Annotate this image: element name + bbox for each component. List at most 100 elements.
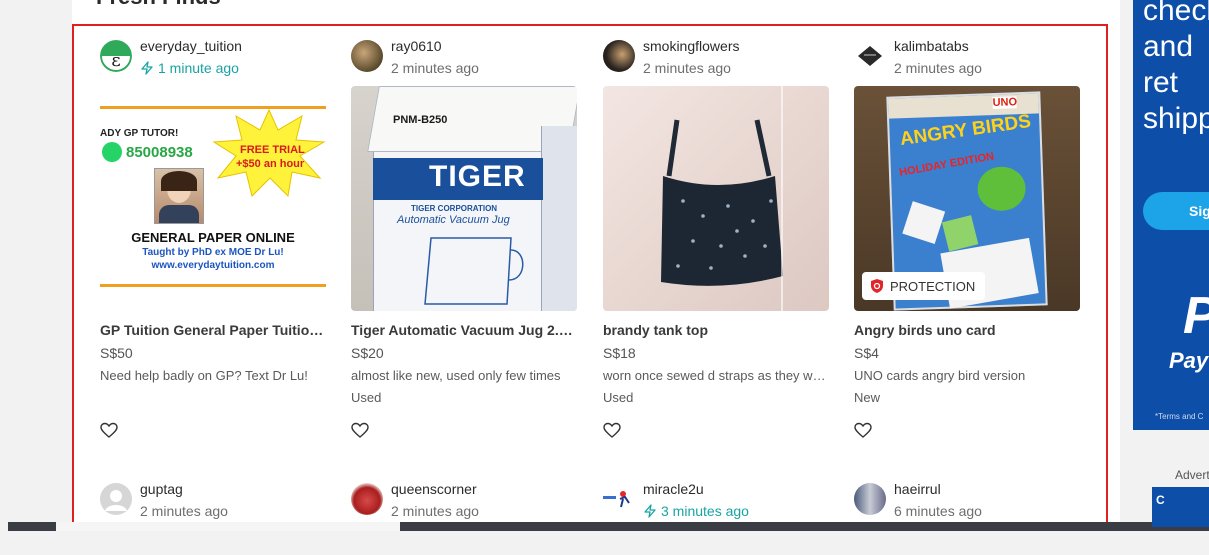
listing-time: 2 minutes ago bbox=[894, 60, 982, 76]
photo-product: Automatic Vacuum Jug bbox=[397, 214, 510, 226]
svg-text:ε: ε bbox=[111, 50, 120, 71]
heart-icon[interactable] bbox=[854, 422, 872, 440]
listing-time: 6 minutes ago bbox=[894, 503, 982, 519]
listing-price: S$4 bbox=[854, 345, 879, 361]
heart-icon[interactable] bbox=[603, 422, 621, 440]
listing-time: 2 minutes ago bbox=[391, 60, 479, 76]
photo-promo-2: +$50 an hour bbox=[236, 158, 305, 170]
time-text: 2 minutes ago bbox=[391, 503, 479, 519]
heart-icon[interactable] bbox=[100, 422, 118, 440]
bolt-icon bbox=[644, 504, 656, 518]
photo-site: www.everydaytuition.com bbox=[151, 260, 275, 271]
seller-username[interactable]: ray0610 bbox=[391, 38, 442, 54]
ad-terms[interactable]: *Terms and C bbox=[1155, 412, 1203, 421]
ad-line: ret bbox=[1143, 66, 1179, 99]
seller-info[interactable]: queenscorner 2 minutes ago bbox=[351, 479, 577, 521]
tank-top-shape bbox=[661, 119, 783, 286]
advertisement-banner[interactable]: check and ret shipp Sig P Pay *Terms and… bbox=[1133, 0, 1209, 430]
user-photo-icon[interactable] bbox=[603, 40, 635, 72]
shield-icon bbox=[871, 279, 883, 293]
seller-username[interactable]: guptag bbox=[140, 481, 183, 497]
listing-photo[interactable] bbox=[603, 86, 829, 311]
time-text: 1 minute ago bbox=[158, 60, 239, 76]
seller-username[interactable]: miracle2u bbox=[643, 481, 704, 497]
listing-card[interactable]: guptag 2 minutes ago bbox=[100, 479, 326, 521]
listing-photo[interactable]: ADY GP TUTOR! 85008938 FREE TRIAL +$50 a… bbox=[100, 86, 326, 311]
time-text: 2 minutes ago bbox=[894, 60, 982, 76]
photo-model: PNM-B250 bbox=[393, 114, 448, 126]
seller-info[interactable]: haeirrul 6 minutes ago bbox=[854, 479, 1080, 521]
user-photo-icon[interactable] bbox=[854, 483, 886, 515]
time-text: 6 minutes ago bbox=[894, 503, 982, 519]
listing-title[interactable]: brandy tank top bbox=[603, 322, 829, 338]
jug-outline bbox=[424, 237, 524, 305]
default-avatar-icon[interactable] bbox=[100, 483, 132, 515]
seller-info[interactable]: guptag 2 minutes ago bbox=[100, 479, 326, 521]
advertisement-banner-small[interactable]: C bbox=[1152, 487, 1209, 527]
time-text: 2 minutes ago bbox=[140, 503, 228, 519]
seller-info[interactable]: smokingflowers 2 minutes ago bbox=[603, 36, 829, 78]
scrollbar-thumb[interactable] bbox=[56, 522, 400, 531]
fabric-fold bbox=[781, 86, 783, 311]
ad-line: check bbox=[1143, 0, 1209, 27]
photo-brand: TIGER bbox=[429, 160, 526, 193]
user-photo-icon[interactable] bbox=[351, 483, 383, 515]
listing-card[interactable]: ray0610 2 minutes ago PNM-B250 TIGER TIG… bbox=[351, 36, 577, 438]
listing-card[interactable]: kalimbatabs 2 minutes ago UNO ANGRY BIRD… bbox=[854, 36, 1080, 438]
listing-title[interactable]: Tiger Automatic Vacuum Jug 2.5 L bbox=[351, 322, 577, 338]
photo-phone: 85008938 bbox=[126, 144, 193, 161]
seller-username[interactable]: haeirrul bbox=[894, 481, 941, 497]
listing-photo[interactable]: UNO ANGRY BIRDS HOLIDAY EDITION PROTECTI… bbox=[854, 86, 1080, 311]
listing-description: worn once sewed d straps as they were lo… bbox=[603, 368, 829, 383]
user-photo-icon[interactable] bbox=[351, 40, 383, 72]
listing-description: UNO cards angry bird version bbox=[854, 368, 1026, 383]
seller-username[interactable]: kalimbatabs bbox=[894, 38, 969, 54]
listing-price: S$18 bbox=[603, 345, 636, 361]
photo-headline: GENERAL PAPER ONLINE bbox=[131, 230, 295, 245]
seller-username[interactable]: everyday_tuition bbox=[140, 38, 242, 54]
uno-tag: UNO bbox=[992, 96, 1018, 110]
listing-condition: Used bbox=[351, 390, 382, 405]
listing-card[interactable]: miracle2u 3 minutes ago bbox=[603, 479, 829, 521]
bottom-scrollbar[interactable] bbox=[8, 522, 1209, 531]
box-side bbox=[541, 126, 577, 311]
listing-condition: Used bbox=[603, 390, 634, 405]
photo-sub: TIGER CORPORATION bbox=[411, 204, 498, 213]
listing-time: 2 minutes ago bbox=[140, 503, 228, 519]
listing-time: 2 minutes ago bbox=[643, 60, 731, 76]
dice-shape bbox=[902, 201, 946, 244]
photo-text-top: ADY GP TUTOR! bbox=[100, 128, 179, 139]
section-title: Fresh Finds bbox=[96, 0, 221, 10]
time-text: 2 minutes ago bbox=[643, 60, 731, 76]
kalimba-icon[interactable] bbox=[854, 40, 886, 72]
seller-info[interactable]: ε everyday_tuition 1 minute ago bbox=[100, 36, 326, 78]
time-text: 3 minutes ago bbox=[661, 503, 749, 519]
seller-username[interactable]: queenscorner bbox=[391, 481, 477, 497]
shop-logo-icon[interactable] bbox=[603, 483, 635, 515]
epsilon-logo-icon[interactable]: ε bbox=[100, 40, 132, 72]
protection-badge[interactable]: PROTECTION bbox=[862, 272, 986, 300]
listing-description: almost like new, used only few times bbox=[351, 368, 561, 383]
listing-description: Need help badly on GP? Text Dr Lu! bbox=[100, 368, 308, 383]
seller-username[interactable]: smokingflowers bbox=[643, 38, 739, 54]
listing-title[interactable]: GP Tuition General Paper Tuition Singapo… bbox=[100, 322, 326, 338]
seller-info[interactable]: kalimbatabs 2 minutes ago bbox=[854, 36, 1080, 78]
listing-price: S$20 bbox=[351, 345, 384, 361]
protection-text: PROTECTION bbox=[890, 278, 976, 294]
listing-card[interactable]: ε everyday_tuition 1 minute ago ADY GP T… bbox=[100, 36, 326, 438]
listing-title[interactable]: Angry birds uno card bbox=[854, 322, 1080, 338]
photo-line2: HOLIDAY EDITION bbox=[898, 150, 996, 179]
ad-signup-button[interactable]: Sig bbox=[1143, 192, 1209, 230]
photo-byline: Taught by PhD ex MOE Dr Lu! bbox=[142, 247, 284, 258]
listing-card[interactable]: smokingflowers 2 minutes ago brandy tank… bbox=[603, 36, 829, 438]
listing-price: S$50 bbox=[100, 345, 133, 361]
dice-shape-2 bbox=[941, 215, 979, 252]
heart-icon[interactable] bbox=[351, 422, 369, 440]
seller-info[interactable]: ray0610 2 minutes ago bbox=[351, 36, 577, 78]
ad-mini-text: C bbox=[1156, 493, 1165, 507]
seller-info[interactable]: miracle2u 3 minutes ago bbox=[603, 479, 829, 521]
listing-time: 1 minute ago bbox=[140, 60, 239, 76]
listing-photo[interactable]: PNM-B250 TIGER TIGER CORPORATION Automat… bbox=[351, 86, 577, 311]
listing-card[interactable]: queenscorner 2 minutes ago bbox=[351, 479, 577, 521]
listing-card[interactable]: haeirrul 6 minutes ago bbox=[854, 479, 1080, 521]
